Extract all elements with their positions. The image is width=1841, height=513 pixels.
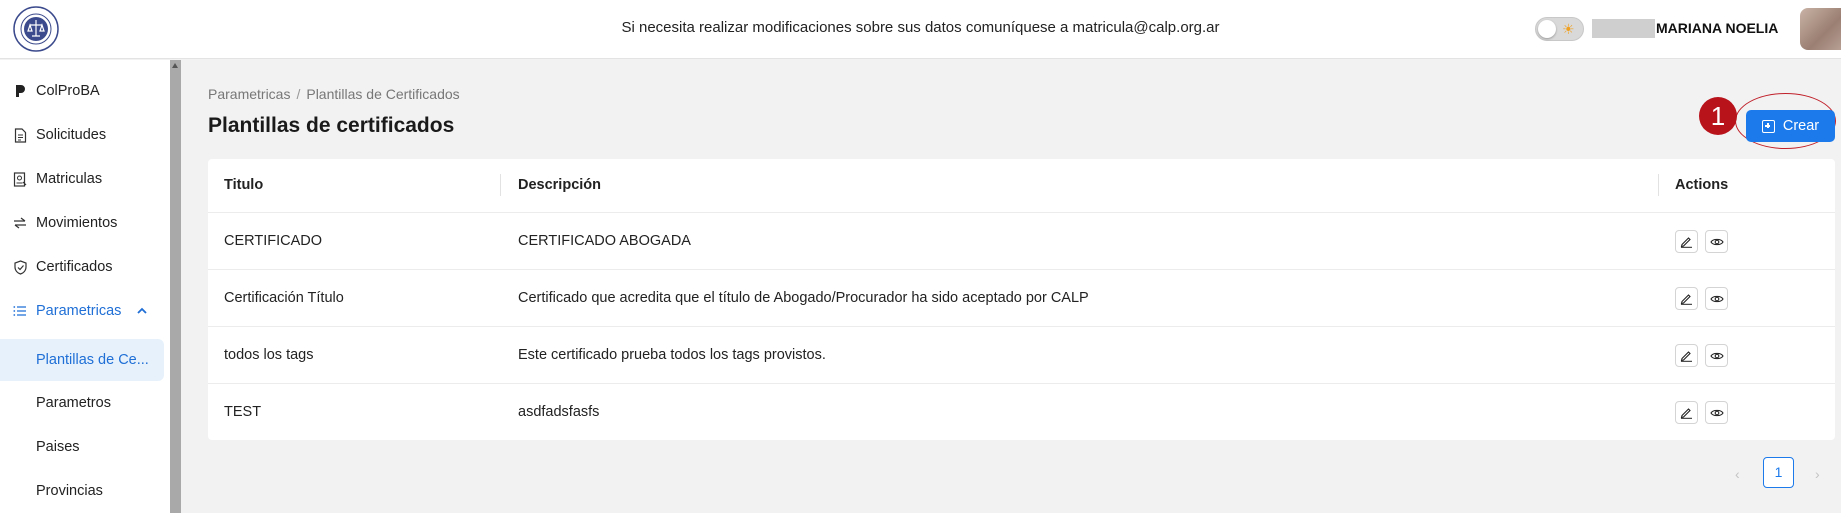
- shield-check-icon: [12, 259, 28, 275]
- sidebar-subitem-label: Parametros: [36, 395, 111, 411]
- edit-button[interactable]: [1675, 230, 1698, 253]
- column-divider: [1658, 174, 1659, 196]
- eye-icon: [1709, 238, 1724, 245]
- sidebar-subitem-plantillas[interactable]: Plantillas de Ce...: [0, 339, 164, 381]
- page-title: Plantillas de certificados: [208, 114, 455, 137]
- sidebar-item-parametricas[interactable]: Parametricas: [0, 291, 164, 331]
- sidebar-item-colproba[interactable]: ColProBA: [0, 71, 164, 111]
- sidebar-subitem-label: Plantillas de Ce...: [36, 352, 149, 368]
- view-button[interactable]: [1705, 230, 1728, 253]
- table-row: TEST asdfadsfasfs: [208, 383, 1835, 440]
- sidebar-subitem-label: Provincias: [36, 483, 103, 499]
- annotation-number-badge: 1: [1699, 97, 1737, 135]
- table-row: todos los tags Este certificado prueba t…: [208, 326, 1835, 383]
- eye-icon: [1709, 295, 1724, 302]
- cell-descripcion: Este certificado prueba todos los tags p…: [518, 347, 826, 363]
- cell-descripcion: Certificado que acredita que el título d…: [518, 290, 1089, 306]
- user-name[interactable]: MARIANA NOELIA: [1656, 20, 1778, 36]
- scroll-up-arrow-icon[interactable]: [172, 63, 178, 68]
- edit-button[interactable]: [1675, 401, 1698, 424]
- sidebar-item-label: Matriculas: [36, 171, 103, 187]
- cell-titulo: TEST: [224, 404, 262, 420]
- create-button-label: Crear: [1782, 118, 1820, 134]
- eye-icon: [1709, 409, 1724, 416]
- sidebar: ColProBA Solicitudes Matriculas Movimien…: [0, 60, 170, 513]
- column-header-actions: Actions: [1675, 177, 1729, 193]
- edit-button[interactable]: [1675, 287, 1698, 310]
- user-avatar[interactable]: [1800, 8, 1841, 50]
- sidebar-item-movimientos[interactable]: Movimientos: [0, 203, 164, 243]
- theme-toggle[interactable]: ☀: [1535, 17, 1584, 41]
- sidebar-subitem-provincias[interactable]: Provincias: [0, 471, 164, 511]
- redacted-user-surname: [1592, 19, 1655, 38]
- pencil-icon: [1680, 294, 1692, 305]
- pencil-icon: [1680, 351, 1692, 362]
- view-button[interactable]: [1705, 401, 1728, 424]
- sidebar-item-label: Certificados: [36, 259, 113, 275]
- edit-button[interactable]: [1675, 344, 1698, 367]
- table-row: Certificación Título Certificado que acr…: [208, 269, 1835, 326]
- sidebar-scrollbar[interactable]: [170, 60, 181, 513]
- breadcrumb-current: Plantillas de Certificados: [306, 86, 460, 102]
- sidebar-subitem-parametros[interactable]: Parametros: [0, 383, 164, 423]
- breadcrumb: Parametricas / Plantillas de Certificados: [208, 86, 460, 102]
- document-icon: [12, 127, 28, 143]
- cell-descripcion: CERTIFICADO ABOGADA: [518, 233, 691, 249]
- cell-titulo: todos los tags: [224, 347, 314, 363]
- sidebar-item-label: ColProBA: [36, 83, 100, 99]
- sidebar-subitem-label: Paises: [36, 439, 80, 455]
- pagination-next-button[interactable]: ›: [1815, 466, 1820, 482]
- colproba-logo-icon: [12, 83, 28, 99]
- column-header-titulo: Titulo: [224, 177, 264, 193]
- top-header: Si necesita realizar modificaciones sobr…: [0, 0, 1841, 59]
- view-button[interactable]: [1705, 344, 1728, 367]
- list-icon: [12, 303, 28, 319]
- templates-table: Titulo Descripción Actions CERTIFICADO C…: [208, 159, 1835, 440]
- create-button[interactable]: Crear: [1746, 110, 1835, 142]
- add-square-icon: [1761, 119, 1775, 133]
- swap-arrows-icon: [12, 215, 28, 231]
- toggle-knob: [1538, 20, 1556, 38]
- breadcrumb-parametricas[interactable]: Parametricas: [208, 86, 290, 102]
- pencil-icon: [1680, 237, 1692, 248]
- sidebar-subitem-paises[interactable]: Paises: [0, 427, 164, 467]
- institution-seal-logo[interactable]: [12, 5, 60, 53]
- sidebar-item-certificados[interactable]: Certificados: [0, 247, 164, 287]
- sidebar-item-solicitudes[interactable]: Solicitudes: [0, 115, 164, 155]
- pagination-page-1[interactable]: 1: [1763, 457, 1794, 488]
- cell-titulo: CERTIFICADO: [224, 233, 323, 249]
- sun-icon: ☀: [1562, 21, 1575, 37]
- column-divider: [500, 174, 501, 196]
- view-button[interactable]: [1705, 287, 1728, 310]
- sidebar-item-label: Movimientos: [36, 215, 118, 231]
- cell-descripcion: asdfadsfasfs: [518, 404, 600, 420]
- column-header-descripcion: Descripción: [518, 177, 601, 193]
- cell-titulo: Certificación Título: [224, 290, 344, 306]
- sidebar-item-label: Parametricas: [36, 303, 122, 319]
- sidebar-item-label: Solicitudes: [36, 127, 107, 143]
- eye-icon: [1709, 352, 1724, 359]
- table-row: CERTIFICADO CERTIFICADO ABOGADA: [208, 212, 1835, 269]
- id-card-icon: [12, 171, 28, 187]
- chevron-up-icon: [137, 305, 148, 317]
- breadcrumb-separator: /: [296, 86, 301, 102]
- pagination-prev-button[interactable]: ‹: [1735, 466, 1740, 482]
- sidebar-item-matriculas[interactable]: Matriculas: [0, 159, 164, 199]
- pencil-icon: [1680, 408, 1692, 419]
